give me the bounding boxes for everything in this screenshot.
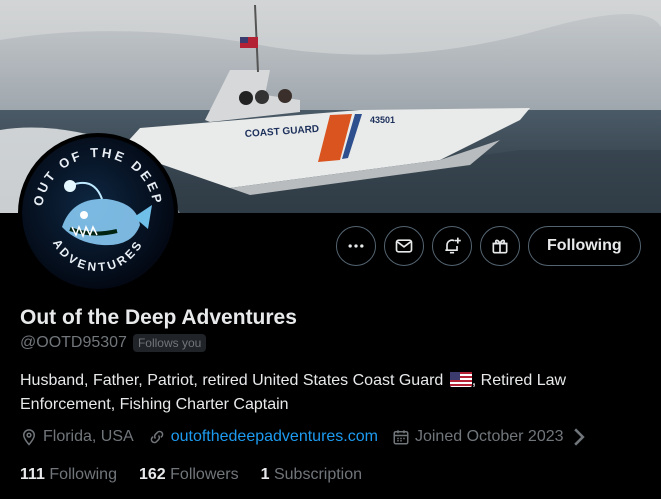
followers-count: 162 <box>138 466 166 483</box>
calendar-icon <box>393 430 409 445</box>
profile-actions: Following <box>336 226 641 266</box>
subscription-count: 1 <box>260 466 270 483</box>
handle: @OOTD95307 <box>20 334 127 351</box>
bio-text-part1: Husband, Father, Patriot, retired United… <box>20 372 444 389</box>
profile-meta: Florida, USA outofthedeepadventures.com … <box>20 428 607 446</box>
notifications-button[interactable] <box>432 226 472 266</box>
display-name: Out of the Deep Adventures <box>20 306 297 329</box>
profile-stats: 111 Following 162 Followers 1 Subscripti… <box>20 466 384 484</box>
more-horizontal-icon <box>348 244 364 248</box>
subscriptions-stat[interactable]: 1 Subscription <box>261 466 362 484</box>
avatar[interactable]: OUT OF THE DEEP ADVENTURES <box>18 133 178 293</box>
subscribe-button[interactable] <box>480 226 520 266</box>
location: Florida, USA <box>20 428 134 446</box>
chevron-right-icon <box>570 428 593 446</box>
more-button[interactable] <box>336 226 376 266</box>
follows-you-badge: Follows you <box>132 334 207 352</box>
anglerfish-logo: OUT OF THE DEEP ADVENTURES <box>22 137 174 289</box>
join-date-text: Joined October 2023 <box>414 428 564 445</box>
join-date[interactable]: Joined October 2023 <box>392 428 593 446</box>
link-icon <box>150 430 163 444</box>
location-pin-icon <box>22 429 36 446</box>
message-button[interactable] <box>384 226 424 266</box>
bell-plus-icon <box>445 237 461 254</box>
us-flag-icon <box>449 372 472 394</box>
following-label: Following <box>49 466 117 483</box>
website[interactable]: outofthedeepadventures.com <box>148 428 378 446</box>
followers-label: Followers <box>170 466 239 483</box>
gift-icon <box>492 239 508 254</box>
envelope-icon <box>395 239 413 253</box>
handle-row: @OOTD95307 Follows you <box>20 334 207 352</box>
subscription-label: Subscription <box>273 466 363 483</box>
banner-boat-number: 43501 <box>370 115 395 125</box>
followers-stat[interactable]: 162 Followers <box>139 466 239 484</box>
bio: Husband, Father, Patriot, retired United… <box>20 370 630 416</box>
following-count: 111 <box>20 466 45 483</box>
location-text: Florida, USA <box>43 428 134 445</box>
website-link[interactable]: outofthedeepadventures.com <box>171 428 378 446</box>
following-button[interactable]: Following <box>528 226 641 266</box>
following-stat[interactable]: 111 Following <box>20 466 117 484</box>
